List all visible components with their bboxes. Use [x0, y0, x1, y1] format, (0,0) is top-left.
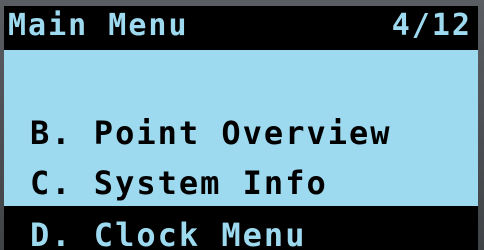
- menu-item-label: C. System Info: [30, 164, 328, 202]
- page-indicator: 4/12: [391, 8, 472, 43]
- menu-item-point-overview[interactable]: B. Point Overview: [4, 104, 478, 160]
- title-bar: Main Menu 4/12: [4, 6, 478, 50]
- menu-item-label: B. Point Overview: [30, 114, 392, 152]
- lcd-screen: Main Menu 4/12 B. Point Overview C. Syst…: [4, 6, 478, 250]
- menu-item-label: D. Clock Menu: [30, 216, 307, 250]
- menu-item-clock-menu[interactable]: D. Clock Menu: [4, 206, 478, 250]
- menu-item-system-info[interactable]: C. System Info: [4, 154, 478, 210]
- screen-title: Main Menu: [8, 8, 189, 43]
